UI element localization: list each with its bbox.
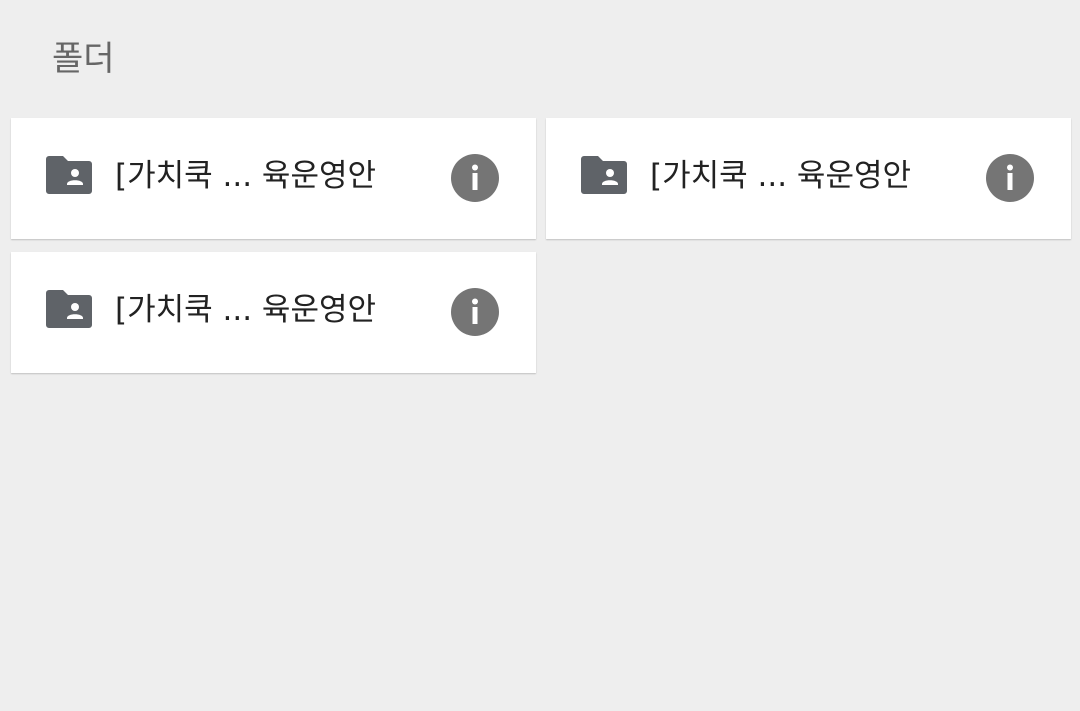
- folder-card[interactable]: [가치쿡 ... 육운영안: [546, 118, 1071, 239]
- folder-card[interactable]: [가치쿡 ... 육운영안: [11, 118, 536, 239]
- folder-name: [가치쿡 ... 육운영안: [650, 158, 912, 194]
- section-title: 폴더: [52, 39, 115, 79]
- info-icon[interactable]: [451, 154, 499, 202]
- shared-folder-icon: [46, 156, 92, 194]
- shared-folder-icon: [581, 156, 627, 194]
- folder-name: [가치쿡 ... 육운영안: [115, 292, 377, 328]
- info-icon[interactable]: [986, 154, 1034, 202]
- folders-page: 폴더 [가치쿡 ... 육운영안 [가치쿡 ... 육운영안 [가치쿡 ... …: [0, 0, 1080, 711]
- shared-folder-icon: [46, 290, 92, 328]
- info-icon[interactable]: [451, 288, 499, 336]
- folder-name: [가치쿡 ... 육운영안: [115, 158, 377, 194]
- folder-card[interactable]: [가치쿡 ... 육운영안: [11, 252, 536, 373]
